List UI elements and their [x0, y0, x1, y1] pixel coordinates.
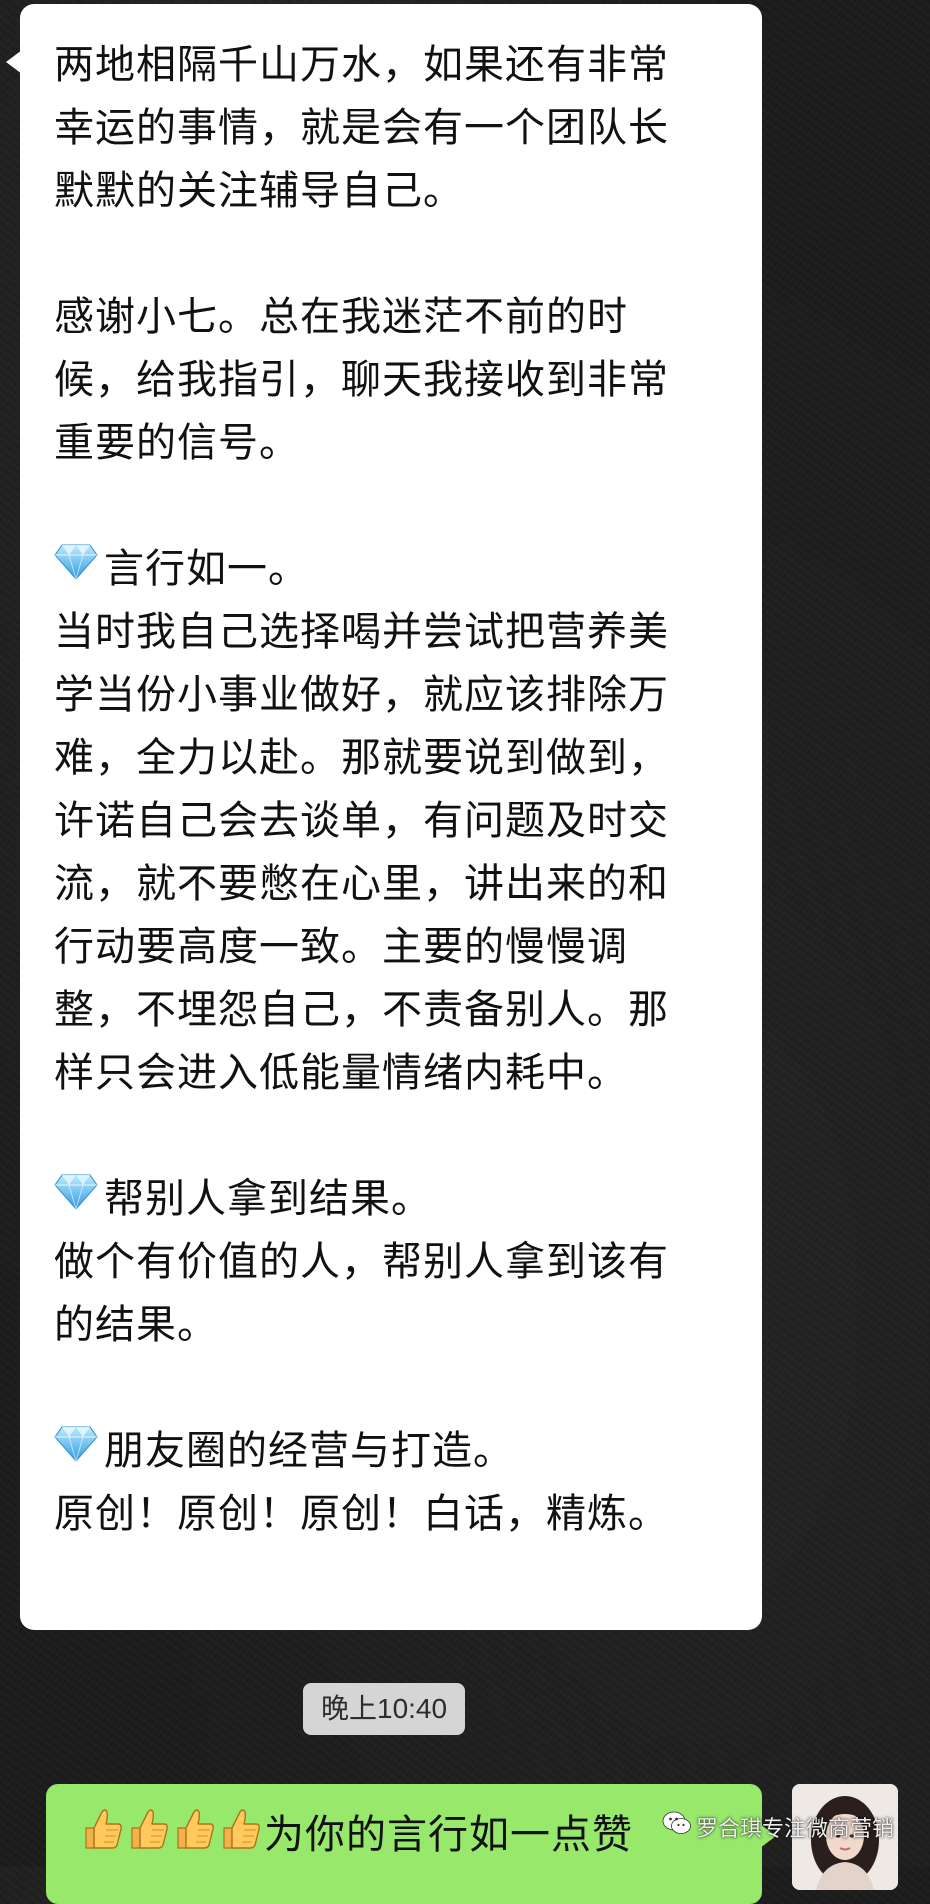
message-line-text: 重要的信号。 [54, 420, 300, 466]
message-line: 样只会进入低能量情绪内耗中。 [54, 1042, 742, 1105]
message-line-text: 帮别人拿到结果。 [104, 1176, 432, 1222]
message-paragraph: 感谢小七。总在我迷茫不前的时 候，给我指引，聊天我接收到非常 重要的信号。 [54, 286, 742, 475]
message-timestamp: 晚上10:40 [303, 1683, 466, 1735]
message-line: 行动要高度一致。主要的慢慢调 [54, 916, 742, 979]
message-line: 感谢小七。总在我迷茫不前的时 [54, 286, 742, 349]
message-line: 言行如一。 [54, 538, 742, 601]
message-line-text: 朋友圈的经营与打造。 [104, 1428, 514, 1474]
message-line-text: 当时我自己选择喝并尝试把营养美 [54, 609, 669, 655]
message-line-text: 两地相隔千山万水，如果还有非常 [54, 42, 669, 88]
message-line-text: 做个有价值的人，帮别人拿到该有 [54, 1239, 669, 1285]
message-line-text: 候，给我指引，聊天我接收到非常 [54, 357, 669, 403]
message-line-text: 样只会进入低能量情绪内耗中。 [54, 1050, 628, 1096]
message-line: 当时我自己选择喝并尝试把营养美 [54, 601, 742, 664]
watermark-text: 罗合琪专注微商营销 [696, 1817, 895, 1842]
message-paragraph: 两地相隔千山万水，如果还有非常 幸运的事情，就是会有一个团队长 默默的关注辅导自己。 [54, 34, 742, 223]
message-line-text: 学当份小事业做好，就应该排除万 [54, 672, 669, 718]
message-line: 幸运的事情，就是会有一个团队长 [54, 97, 742, 160]
message-paragraph: 朋友圈的经营与打造。原创！原创！原创！白话，精炼。 [54, 1420, 742, 1546]
message-line-text: 许诺自己会去谈单，有问题及时交 [54, 798, 669, 844]
message-line-text: 原创！原创！原创！白话，精炼。 [54, 1491, 669, 1537]
message-line-text: 流，就不要憋在心里，讲出来的和 [54, 861, 669, 907]
message-line: 重要的信号。 [54, 412, 742, 475]
message-line-text: 感谢小七。总在我迷茫不前的时 [54, 294, 628, 340]
message-line: 原创！原创！原创！白话，精炼。 [54, 1483, 742, 1546]
thumbs-up-icon [126, 1806, 170, 1856]
message-line: 两地相隔千山万水，如果还有非常 [54, 34, 742, 97]
message-text: 两地相隔千山万水，如果还有非常 幸运的事情，就是会有一个团队长 默默的关注辅导自己。… [54, 34, 742, 1546]
message-line-text: 默默的关注辅导自己。 [54, 168, 464, 214]
message-line: 整，不埋怨自己，不责备别人。那 [54, 979, 742, 1042]
message-line: 做个有价值的人，帮别人拿到该有 [54, 1231, 742, 1294]
message-line: 难，全力以赴。那就要说到做到， [54, 727, 742, 790]
outgoing-message-text: 为你的言行如一点赞 [264, 1812, 633, 1858]
watermark: 罗合琪专注微商营销 [662, 1810, 894, 1850]
bubble-tail [6, 50, 22, 74]
message-line: 的结果。 [54, 1294, 742, 1357]
message-line: 帮别人拿到结果。 [54, 1168, 742, 1231]
message-line: 候，给我指引，聊天我接收到非常 [54, 349, 742, 412]
message-line-text: 整，不埋怨自己，不责备别人。那 [54, 987, 669, 1033]
message-line-text: 难，全力以赴。那就要说到做到， [54, 735, 669, 781]
message-line-text: 行动要高度一致。主要的慢慢调 [54, 924, 628, 970]
thumbs-up-icon [80, 1806, 124, 1856]
message-line: 流，就不要憋在心里，讲出来的和 [54, 853, 742, 916]
message-line: 默默的关注辅导自己。 [54, 160, 742, 223]
message-line-text: 言行如一。 [104, 546, 309, 592]
thumbs-up-icon [218, 1806, 262, 1856]
incoming-message-bubble[interactable]: 两地相隔千山万水，如果还有非常 幸运的事情，就是会有一个团队长 默默的关注辅导自己。… [6, 4, 762, 1630]
message-line: 许诺自己会去谈单，有问题及时交 [54, 790, 742, 853]
message-line: 学当份小事业做好，就应该排除万 [54, 664, 742, 727]
gem-icon [54, 1419, 98, 1482]
chat-area: 两地相隔千山万水，如果还有非常 幸运的事情，就是会有一个团队长 默默的关注辅导自己。… [0, 0, 930, 1904]
message-line-text: 幸运的事情，就是会有一个团队长 [54, 105, 669, 151]
emoji-row [80, 1809, 264, 1849]
message-line: 朋友圈的经营与打造。 [54, 1420, 742, 1483]
wechat-official-account-icon [662, 1810, 692, 1850]
message-paragraph: 帮别人拿到结果。做个有价值的人，帮别人拿到该有 的结果。 [54, 1168, 742, 1357]
gem-icon [54, 1167, 98, 1230]
message-paragraph: 言行如一。当时我自己选择喝并尝试把营养美 学当份小事业做好，就应该排除万 难，全力以… [54, 538, 742, 1105]
thumbs-up-icon [172, 1806, 216, 1856]
message-line-text: 的结果。 [54, 1302, 218, 1348]
outgoing-message-bubble[interactable]: 为你的言行如一点赞 [46, 1784, 776, 1904]
gem-icon [54, 537, 98, 600]
